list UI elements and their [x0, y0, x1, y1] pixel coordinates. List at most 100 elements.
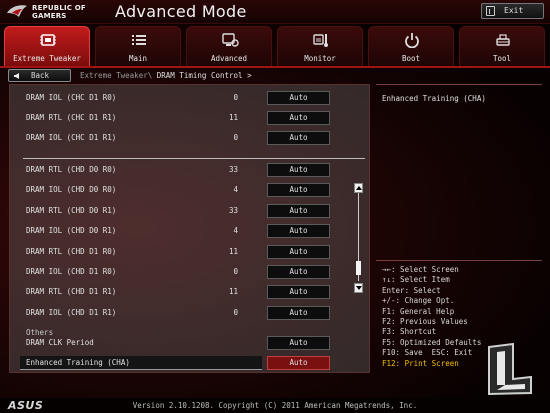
setting-row-enhanced-training[interactable]: Enhanced Training (CHA) Auto [10, 356, 369, 370]
setting-input[interactable]: Auto [267, 224, 330, 238]
breadcrumb-current: DRAM Timing Control > [152, 71, 252, 80]
setting-input[interactable]: Auto [267, 245, 330, 259]
setting-row[interactable]: DRAM IOL (CHC D1 R1) 0 Auto [10, 131, 369, 145]
setting-current-value: 4 [233, 226, 238, 235]
page-title: Advanced Mode [115, 2, 247, 21]
breadcrumb: Extreme Tweaker\ DRAM Timing Control > [80, 71, 252, 80]
tab-label: Monitor [304, 54, 336, 63]
scrollbar-thumb[interactable] [356, 261, 361, 275]
setting-label: DRAM CLK Period [26, 338, 94, 347]
scroll-down-button[interactable] [354, 283, 363, 293]
setting-current-value: 0 [233, 93, 238, 102]
setting-label: DRAM RTL (CHD D0 R1) [26, 206, 117, 215]
key-hint: F1: General Help [382, 306, 455, 316]
setting-label: DRAM IOL (CHD D1 R0) [26, 267, 117, 276]
tab-extreme-tweaker[interactable]: Extreme Tweaker [4, 26, 90, 66]
setting-label: DRAM IOL (CHD D0 R0) [26, 185, 117, 194]
tab-main[interactable]: Main [95, 26, 181, 66]
tab-monitor[interactable]: Monitor [277, 26, 363, 66]
key-hint: →←: Select Screen [382, 265, 459, 274]
chip-icon [40, 34, 56, 46]
setting-current-value: 33 [228, 165, 238, 174]
setting-row[interactable]: DRAM IOL (CHD D0 R1) 4 Auto [10, 224, 369, 238]
main-tabs: Extreme Tweaker Main Advanced Monitor Bo… [0, 26, 550, 66]
back-button[interactable]: Back [8, 69, 71, 82]
setting-current-value: 0 [233, 267, 238, 276]
help-divider-bottom [376, 260, 542, 261]
setting-current-value: 33 [228, 206, 238, 215]
key-hint: Enter: Select [382, 285, 441, 295]
setting-row[interactable]: DRAM IOL (CHD D1 R1) 0 Auto [10, 306, 369, 320]
setting-row[interactable]: DRAM RTL (CHD D1 R1) 11 Auto [10, 285, 369, 299]
tool-icon [496, 34, 510, 46]
rog-brand-text: REPUBLIC OF GAMERS [32, 4, 86, 20]
setting-row-dram-clk-period[interactable]: DRAM CLK Period Auto [10, 336, 369, 350]
setting-label: DRAM IOL (CHD D0 R1) [26, 226, 117, 235]
setting-label: DRAM RTL (CHD D0 R0) [26, 165, 117, 174]
title-bar: REPUBLIC OF GAMERS Advanced Mode Exit [0, 0, 550, 24]
arrow-down-icon [356, 286, 362, 290]
monitor-icon [313, 34, 328, 47]
tab-label: Advanced [210, 54, 248, 63]
setting-current-value: 11 [228, 113, 238, 122]
tab-tool[interactable]: Tool [459, 26, 545, 66]
brand-line-1: REPUBLIC OF [32, 4, 86, 12]
list-icon [132, 35, 146, 45]
setting-label: DRAM IOL (CHD D1 R1) [26, 308, 117, 317]
settings-panel: DRAM IOL (CHC D1 R0) 0 Auto DRAM RTL (CH… [9, 84, 370, 373]
setting-row[interactable]: DRAM RTL (CHD D0 R0) 33 Auto [10, 163, 369, 177]
setting-current-value: 11 [228, 287, 238, 296]
setting-input[interactable]: Auto [267, 204, 330, 218]
setting-input[interactable]: Auto [267, 163, 330, 177]
setting-input[interactable]: Auto [267, 285, 330, 299]
setting-current-value: 4 [233, 185, 238, 194]
watermark-logo [488, 343, 532, 395]
breadcrumb-parent[interactable]: Extreme Tweaker\ [80, 71, 152, 80]
setting-current-value: 0 [233, 308, 238, 317]
setting-input[interactable]: Auto [267, 356, 330, 370]
exit-label: Exit [504, 6, 524, 15]
key-hint: +/-: Change Opt. [382, 296, 455, 306]
setting-input[interactable]: Auto [267, 131, 330, 145]
help-divider-top [376, 84, 542, 85]
setting-input[interactable]: Auto [267, 183, 330, 197]
arrow-up-icon [356, 186, 362, 190]
setting-input[interactable]: Auto [267, 91, 330, 105]
tab-label: Tool [492, 54, 512, 63]
setting-current-value: 0 [233, 133, 238, 142]
setting-current-value: 11 [228, 247, 238, 256]
setting-row[interactable]: DRAM RTL (CHD D1 R0) 11 Auto [10, 245, 369, 259]
setting-row[interactable]: DRAM IOL (CHD D1 R0) 0 Auto [10, 265, 369, 279]
setting-row[interactable]: DRAM IOL (CHD D0 R0) 4 Auto [10, 183, 369, 197]
tab-label: Extreme Tweaker [13, 54, 81, 63]
tab-label: Main [128, 54, 148, 63]
section-divider [23, 158, 365, 159]
help-description: Enhanced Training (CHA) [382, 94, 486, 103]
tab-label: Boot [401, 54, 421, 63]
setting-label: DRAM IOL (CHC D1 R0) [26, 93, 117, 102]
setting-input[interactable]: Auto [267, 111, 330, 125]
setting-row[interactable]: DRAM RTL (CHD D0 R1) 33 Auto [10, 204, 369, 218]
key-hint: F3: Shortcut [382, 327, 437, 337]
setting-row[interactable]: DRAM RTL (CHC D1 R1) 11 Auto [10, 111, 369, 125]
setting-label: DRAM RTL (CHD D1 R0) [26, 247, 117, 256]
power-icon [405, 33, 419, 48]
back-label: Back [31, 71, 50, 80]
setting-input[interactable]: Auto [267, 265, 330, 279]
exit-icon [486, 6, 495, 16]
setting-input[interactable]: Auto [267, 306, 330, 320]
brand-line-2: GAMERS [32, 12, 67, 20]
exit-button[interactable]: Exit [481, 3, 544, 19]
scroll-up-button[interactable] [354, 183, 363, 193]
tab-divider [0, 66, 550, 68]
key-hint: F2: Previous Values [382, 316, 468, 326]
setting-label: Enhanced Training (CHA) [26, 358, 130, 367]
tab-advanced[interactable]: Advanced [186, 26, 272, 66]
version-text: Version 2.10.1208. Copyright (C) 2011 Am… [132, 401, 418, 410]
key-hint: ↑↓: Select Item [382, 275, 450, 285]
tab-boot[interactable]: Boot [368, 26, 454, 66]
setting-input[interactable]: Auto [267, 336, 330, 350]
setting-row[interactable]: DRAM IOL (CHC D1 R0) 0 Auto [10, 91, 369, 105]
rog-eye-icon [7, 5, 27, 18]
back-arrow-icon [14, 73, 19, 79]
